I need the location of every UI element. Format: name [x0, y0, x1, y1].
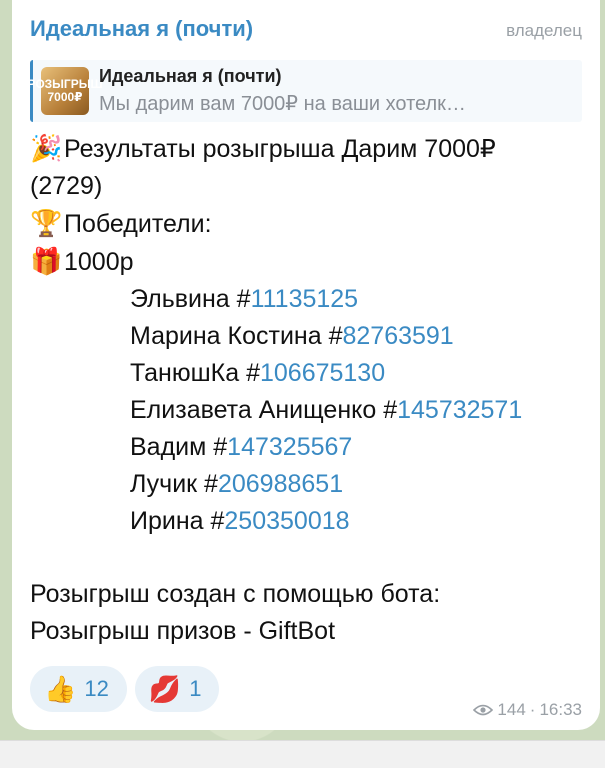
winner-ticket-link[interactable]: 147325567 — [227, 433, 352, 461]
winner-row: Ирина #250350018 — [30, 503, 582, 540]
winner-ticket-link[interactable]: 11135125 — [251, 285, 359, 313]
reply-thumbnail: РОЗЫГРЫШ 7000₽ — [27, 67, 103, 115]
winner-ticket-link[interactable]: 206988651 — [218, 470, 343, 498]
reaction-count: 12 — [84, 676, 109, 701]
kiss-icon: 💋 — [148, 673, 182, 704]
eye-icon — [473, 704, 494, 716]
message-body: 🎉Результаты розыгрыша Дарим 7000₽ (2729)… — [30, 130, 582, 650]
results-count: (2729) — [30, 172, 103, 200]
gift-icon: 🎁 — [30, 246, 63, 276]
winner-ticket-link[interactable]: 106675130 — [260, 359, 385, 387]
message-header: Идеальная я (почти) владелец — [30, 16, 582, 48]
results-title-text: Результаты розыгрыша Дарим 7000₽ — [64, 135, 496, 163]
winner-row: Марина Костина #82763591 — [30, 318, 582, 355]
winner-row: Вадим #147325567 — [30, 429, 582, 466]
view-count: 144 — [497, 700, 526, 719]
message-time: 16:33 — [539, 700, 582, 719]
winner-row: Лучик #206988651 — [30, 466, 582, 503]
winners-label: Победители: — [64, 210, 212, 238]
winner-ticket-link[interactable]: 145732571 — [397, 396, 522, 424]
winner-name: Эльвина # — [130, 285, 251, 313]
owner-badge: владелец — [506, 21, 582, 40]
reply-title: Идеальная я (почти) — [99, 66, 282, 86]
winner-row: Елизавета Анищенко #145732571 — [30, 392, 582, 429]
trophy-icon: 🏆 — [30, 208, 63, 238]
reply-text: Идеальная я (почти) Мы дарим вам 7000₽ н… — [99, 66, 466, 116]
winner-row: Эльвина #11135125 — [30, 281, 582, 318]
message-bubble[interactable]: Идеальная я (почти) владелец РОЗЫГРЫШ 70… — [12, 0, 600, 730]
reply-snippet: Мы дарим вам 7000₽ на ваши хотелк… — [99, 93, 466, 115]
meta-separator: · — [529, 700, 536, 719]
results-title: 🎉Результаты розыгрыша Дарим 7000₽ — [30, 130, 582, 168]
winner-name: Вадим # — [130, 433, 228, 461]
reply-preview[interactable]: РОЗЫГРЫШ 7000₽ Идеальная я (почти) Мы да… — [27, 60, 582, 122]
bot-credit: Розыгрыш призов - GiftBot — [30, 617, 336, 645]
reaction-count: 1 — [189, 676, 202, 701]
winner-ticket-link[interactable]: 82763591 — [342, 322, 453, 350]
channel-name[interactable]: Идеальная я (почти) — [30, 16, 253, 42]
winners-heading: 🏆Победители: — [30, 205, 582, 243]
footer-text: Розыгрыш создан с помощью бота: — [30, 580, 441, 608]
party-popper-icon: 🎉 — [30, 133, 63, 163]
prize-line: 🎁1000р — [30, 243, 582, 281]
reaction-kiss[interactable]: 💋 1 — [134, 666, 220, 712]
winner-name: Елизавета Анищенко # — [130, 396, 398, 424]
winner-name: ТанюшКа # — [130, 359, 260, 387]
winner-name: Лучик # — [130, 470, 218, 498]
bottom-bar — [0, 740, 605, 768]
message-meta: 144 · 16:33 — [473, 700, 582, 720]
reactions-bar: 👍 12 💋 1 — [30, 666, 220, 712]
winner-row: ТанюшКа #106675130 — [30, 355, 582, 392]
winner-name: Ирина # — [130, 507, 225, 535]
winner-ticket-link[interactable]: 250350018 — [224, 507, 349, 535]
winner-name: Марина Костина # — [130, 322, 343, 350]
reaction-thumbs-up[interactable]: 👍 12 — [30, 666, 127, 712]
thumbs-up-icon: 👍 — [44, 673, 77, 704]
prize-amount: 1000р — [64, 248, 134, 276]
